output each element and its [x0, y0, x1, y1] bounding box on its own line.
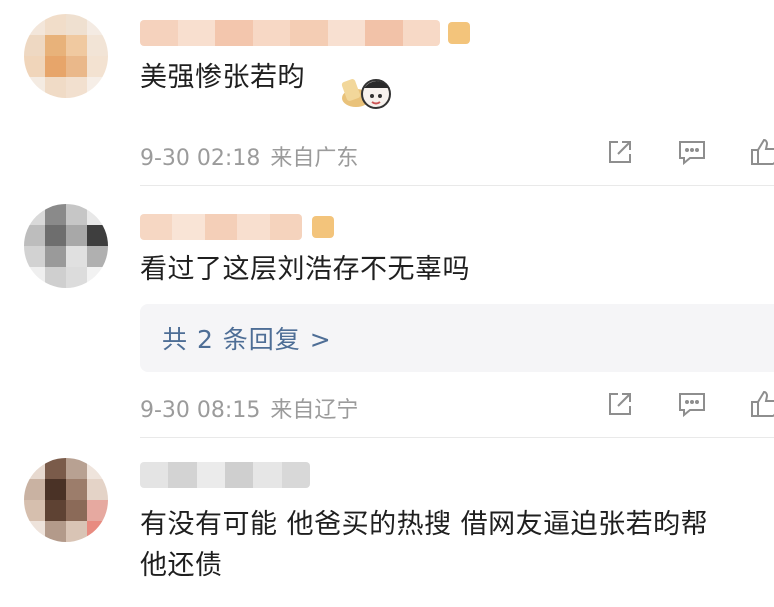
timestamp: 9-30 02:18: [140, 146, 261, 171]
comment-text-line-1: 有没有可能 他爸买的热搜 借网友逼迫张若昀帮: [140, 509, 709, 540]
username-blurred[interactable]: [140, 462, 310, 488]
like-icon[interactable]: [748, 388, 774, 420]
comment-item: 有没有可能 他爸买的热搜 借网友逼迫张若昀帮 他还债: [0, 438, 774, 607]
username-blurred[interactable]: [140, 20, 440, 46]
comment-icon[interactable]: [676, 136, 708, 168]
comment-text: 看过了这层刘浩存不无辜吗: [140, 254, 470, 285]
comment-item: 看过了这层刘浩存不无辜吗 共 2 条回复 > 9-30 08:15 来自辽宁: [0, 186, 774, 438]
comment-icon[interactable]: [676, 388, 708, 420]
avatar[interactable]: [24, 458, 108, 542]
share-icon[interactable]: [604, 388, 636, 420]
comment-text: 美强惨张若昀: [140, 62, 305, 93]
share-icon[interactable]: [604, 136, 636, 168]
location: 来自辽宁: [270, 398, 359, 423]
sticker-emoji-icon: [341, 79, 391, 109]
comment-text-line-2: 他还债: [140, 550, 223, 581]
location: 来自广东: [270, 146, 359, 171]
username-blurred[interactable]: [140, 214, 302, 240]
avatar[interactable]: [24, 204, 108, 288]
timestamp: 9-30 08:15: [140, 398, 261, 423]
avatar[interactable]: [24, 14, 108, 98]
comment-meta: 9-30 02:18 来自广东: [140, 140, 358, 172]
vip-badge-icon: [312, 216, 334, 238]
comment-actions: [604, 136, 774, 168]
comment-meta: 9-30 08:15 来自辽宁: [140, 392, 358, 424]
like-icon[interactable]: [748, 136, 774, 168]
comment-item: 美强惨张若昀 9-30 02:18 来自广东: [0, 0, 774, 186]
replies-box[interactable]: 共 2 条回复 >: [140, 304, 774, 372]
vip-badge-icon: [448, 22, 470, 44]
comment-actions: [604, 388, 774, 420]
replies-link[interactable]: 共 2 条回复 >: [162, 320, 332, 356]
